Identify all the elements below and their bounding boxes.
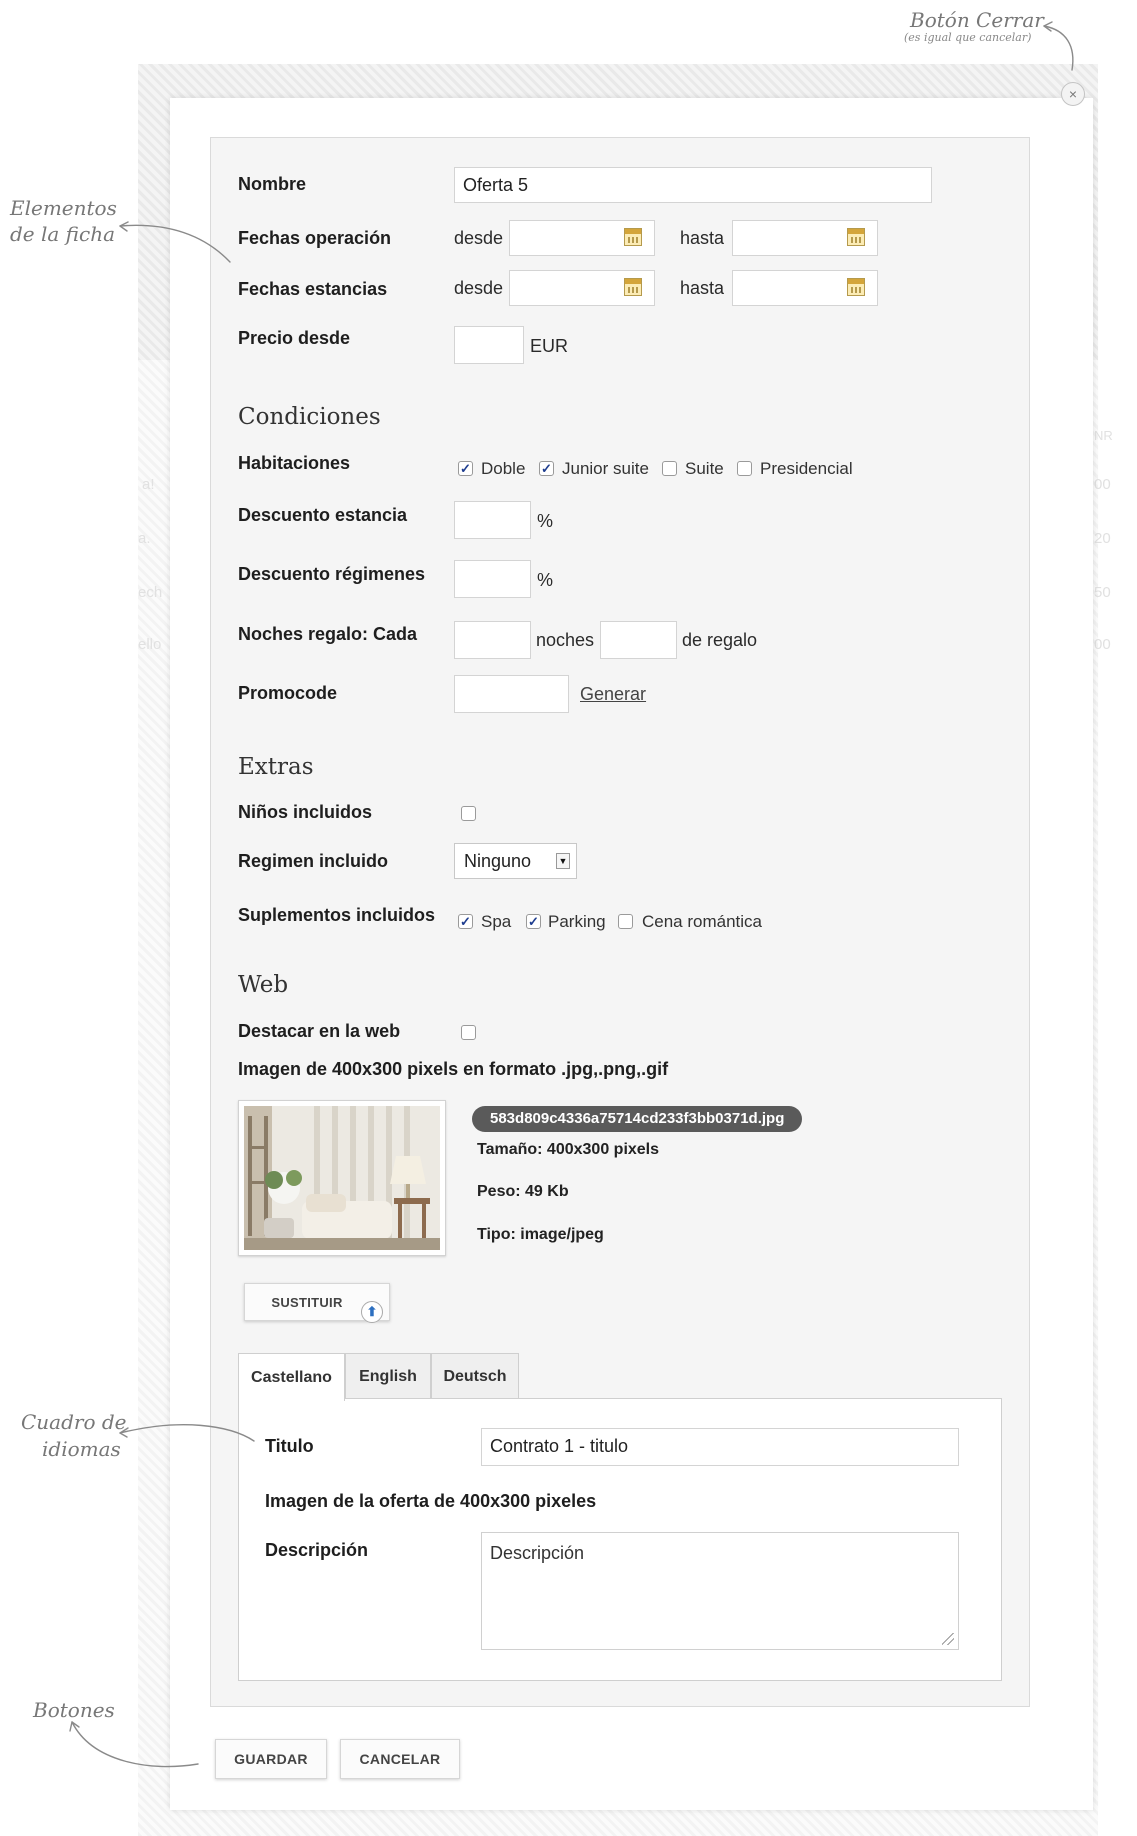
annotation-arrows: [69, 21, 1074, 1768]
tab-castellano[interactable]: Castellano: [238, 1353, 345, 1401]
